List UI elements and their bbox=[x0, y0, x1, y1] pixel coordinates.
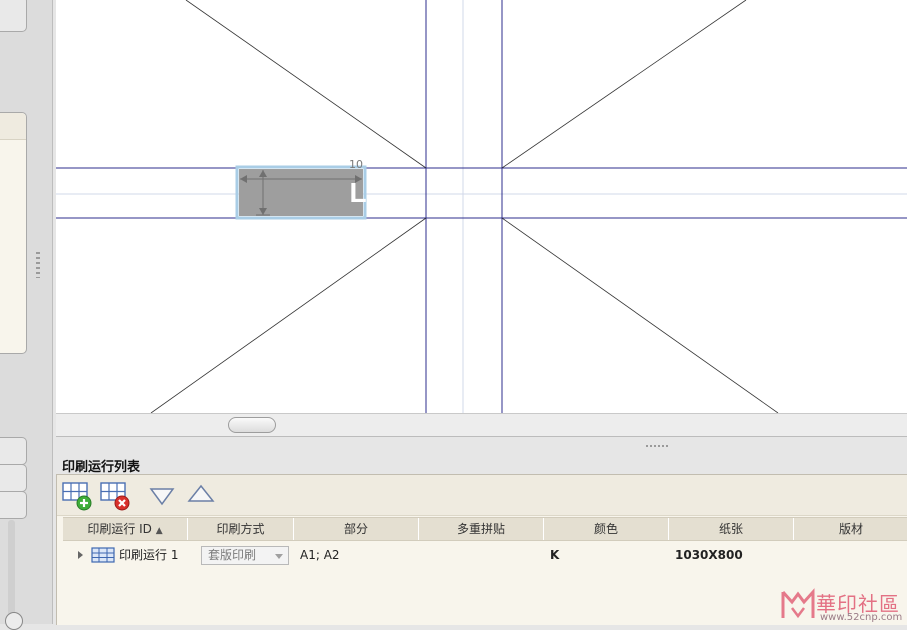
watermark-url: www.52cnp.com bbox=[820, 612, 903, 623]
triangle-up-icon bbox=[187, 484, 215, 502]
left-panel-tab-top[interactable] bbox=[0, 0, 27, 32]
column-header-paper[interactable]: 纸张 bbox=[669, 518, 794, 540]
print-run-grid-icon bbox=[91, 547, 115, 563]
sort-ascending-icon: ▲ bbox=[155, 526, 163, 536]
left-panel-card-header[interactable] bbox=[0, 113, 26, 140]
move-down-button[interactable] bbox=[149, 486, 175, 509]
column-header-color[interactable]: 颜色 bbox=[544, 518, 669, 540]
panel-splitter-grip[interactable] bbox=[646, 445, 670, 447]
expand-row-icon[interactable] bbox=[77, 543, 85, 567]
chevron-down-icon bbox=[275, 554, 283, 559]
scrollbar-thumb[interactable] bbox=[228, 417, 276, 433]
layout-canvas[interactable]: 10 L bbox=[56, 0, 907, 413]
left-panel-scrollbar[interactable] bbox=[8, 520, 15, 624]
page-diagonal-top-right bbox=[501, 0, 747, 169]
print-run-table-header: 印刷运行 ID ▲ 印刷方式 部分 多重拼贴 颜色 纸张 版材 bbox=[63, 517, 907, 541]
watermark-logo-icon bbox=[781, 588, 815, 619]
print-run-toolbar bbox=[57, 475, 907, 516]
left-panel-tab-1[interactable] bbox=[0, 437, 27, 465]
site-watermark: 華印社區 www.52cnp.com bbox=[780, 588, 907, 624]
page-diagonal-bottom-left bbox=[150, 217, 427, 413]
part-label: L bbox=[349, 177, 367, 208]
column-header-parts[interactable]: 部分 bbox=[294, 518, 419, 540]
move-up-button[interactable] bbox=[187, 484, 215, 507]
layout-drawing bbox=[56, 0, 907, 413]
cell-paper[interactable]: 1030X800 bbox=[675, 543, 743, 567]
print-method-value: 套版印刷 bbox=[208, 548, 257, 562]
left-panel-resize-grip[interactable] bbox=[36, 252, 40, 278]
print-run-panel-title: 印刷运行列表 bbox=[62, 460, 141, 475]
column-header-plate[interactable]: 版材 bbox=[794, 518, 907, 540]
left-side-panel bbox=[0, 0, 53, 630]
canvas-horizontal-scrollbar[interactable] bbox=[56, 413, 907, 437]
left-panel-tab-3[interactable] bbox=[0, 491, 27, 519]
column-header-method[interactable]: 印刷方式 bbox=[188, 518, 294, 540]
triangle-down-icon bbox=[149, 488, 175, 506]
left-panel-round-button[interactable] bbox=[5, 612, 23, 630]
column-header-id[interactable]: 印刷运行 ID ▲ bbox=[63, 518, 188, 540]
column-header-multi-tile[interactable]: 多重拼贴 bbox=[419, 518, 544, 540]
remove-print-run-button[interactable] bbox=[99, 480, 131, 515]
page-diagonal-bottom-right bbox=[501, 217, 779, 413]
print-method-dropdown[interactable]: 套版印刷 bbox=[201, 546, 289, 565]
left-panel-tab-2[interactable] bbox=[0, 464, 27, 492]
cell-color[interactable]: K bbox=[550, 543, 559, 567]
add-grid-icon bbox=[62, 482, 92, 511]
cell-print-run-id[interactable]: 印刷运行 1 bbox=[119, 543, 181, 567]
remove-grid-icon bbox=[100, 482, 130, 511]
add-print-run-button[interactable] bbox=[61, 480, 93, 515]
cell-parts[interactable]: A1; A2 bbox=[300, 543, 340, 567]
column-header-id-label: 印刷运行 ID bbox=[87, 522, 152, 536]
left-panel-card bbox=[0, 112, 27, 354]
page-diagonal-top-left bbox=[185, 0, 427, 169]
table-row[interactable]: 印刷运行 1 套版印刷 A1; A2 K 1030X800 bbox=[63, 543, 907, 567]
